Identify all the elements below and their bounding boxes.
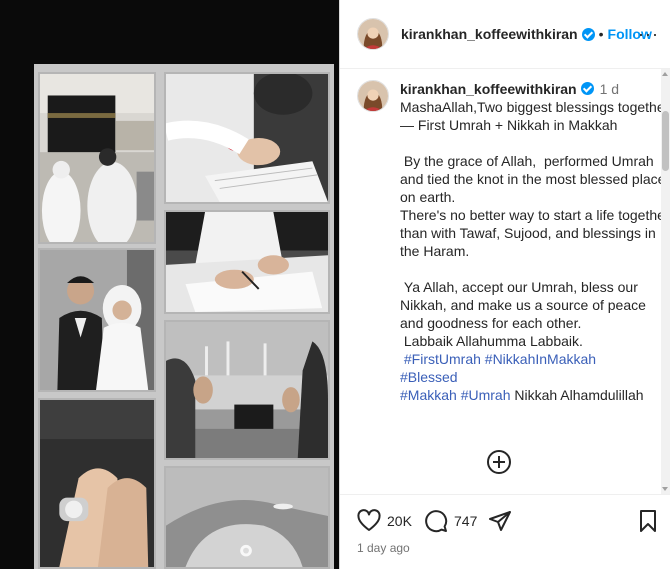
post-actions: 20K 747 1 day ago [340,494,670,569]
comment-count[interactable]: 747 [454,513,477,529]
more-options-icon[interactable]: ··· [638,24,659,45]
caption-line: MashaAllah,Two biggest blessings togethe… [400,99,670,133]
caption-tail: Nikkah Alhamdulillah [510,387,644,403]
groom-signing-photo [164,210,330,314]
post-media[interactable] [0,0,339,569]
caption-line: By the grace of Allah, performed Umrah a… [400,153,666,205]
couple-at-haram-photo [164,320,330,460]
paper-plane-icon [489,511,511,531]
author-username[interactable]: kirankhan_koffeewithkiran [401,26,578,42]
caption-text: kirankhan_koffeewithkiran 1 d MashaAllah,… [400,80,670,404]
caption-line: Ya Allah, accept our Umrah, bless our Ni… [400,279,650,331]
heart-icon [357,509,381,531]
caption-line [400,134,670,152]
caption-line [400,260,670,278]
scroll-thumb[interactable] [662,111,669,171]
photo-collage [34,64,334,569]
engagement-ring-photo [164,466,330,569]
caption-username[interactable]: kirankhan_koffeewithkiran [400,81,577,97]
post-details-panel: kirankhan_koffeewithkiran • Follow ··· k… [339,0,670,569]
nikkah-signing-photo [164,72,330,204]
like-button[interactable]: 20K [357,509,412,533]
hashtag-link[interactable]: #FirstUmrah #NikkahInMakkah [400,351,596,367]
separator-dot: • [598,26,604,42]
like-count[interactable]: 20K [387,513,412,529]
hands-rings-photo [38,398,156,569]
kaaba-photo [38,72,156,244]
caption-line: There's no better way to start a life to… [400,207,670,259]
verified-badge-icon [580,82,594,95]
caption-author-avatar[interactable] [357,80,389,112]
caption-line: Labbaik Allahumma Labbaik. [400,333,583,349]
author-avatar[interactable] [357,18,389,50]
post-timestamp[interactable]: 1 day ago [357,541,410,555]
comments-scrollbar[interactable] [661,69,670,494]
plus-circle-icon[interactable] [487,450,511,474]
share-button[interactable] [488,509,512,533]
hashtag-link[interactable]: #Makkah #Umrah [400,387,511,403]
comment-bubble-icon [425,510,448,533]
caption-timestamp[interactable]: 1 d [600,81,619,97]
verified-badge-icon [581,27,595,41]
save-button[interactable] [636,509,660,533]
comments-section[interactable]: kirankhan_koffeewithkiran 1 d MashaAllah,… [340,69,670,494]
post-header: kirankhan_koffeewithkiran • Follow ··· [340,0,670,69]
comment-button[interactable]: 747 [424,509,477,533]
scroll-up-arrow[interactable] [662,72,668,76]
bookmark-icon [640,510,656,532]
scroll-down-arrow[interactable] [662,487,668,491]
couple-portrait-photo [38,248,156,392]
hashtag-link[interactable]: #Blessed [400,369,458,385]
